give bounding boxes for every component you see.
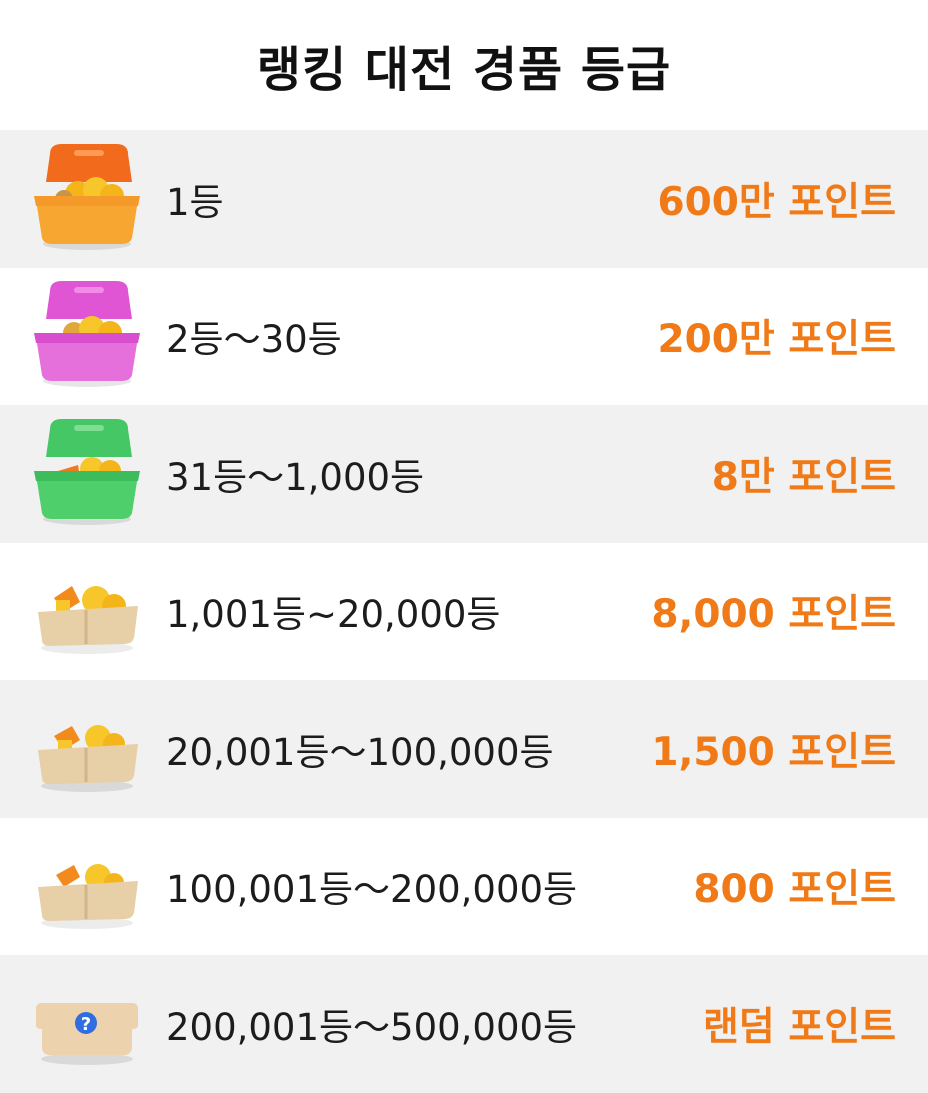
tier-row-7: ? 200,001등～500,000등 랜덤 포인트 xyxy=(0,955,928,1093)
tier-reward-label: 8,000 포인트 xyxy=(651,592,896,638)
tier-row-6: 100,001등～200,000등 800 포인트 xyxy=(0,817,928,955)
tier-reward-label: 랜덤 포인트 xyxy=(703,1004,896,1050)
tier-reward-label: 800 포인트 xyxy=(693,867,896,913)
tier-rank-label: 20,001등～100,000등 xyxy=(166,730,554,774)
orange-lunchbox-coins-icon xyxy=(28,143,146,254)
tier-rank-label: 1,001등~20,000등 xyxy=(166,593,501,637)
tier-row-1: 1등 600만 포인트 xyxy=(0,130,928,268)
tier-reward-label: 1,500 포인트 xyxy=(651,729,896,775)
page-title: 랭킹 대전 경품 등급 xyxy=(256,42,672,98)
green-lunchbox-coins-icon xyxy=(28,418,146,529)
tier-rank-label: 1등 xyxy=(166,180,224,224)
pink-lunchbox-coins-icon xyxy=(28,281,146,391)
tier-reward-label: 600만 포인트 xyxy=(657,179,896,225)
tier-row-2: 2등～30등 200만 포인트 xyxy=(0,267,928,405)
tier-row-4: 1,001등~20,000등 8,000 포인트 xyxy=(0,542,928,680)
tier-row-5: 20,001등～100,000등 1,500 포인트 xyxy=(0,680,928,818)
tier-reward-label: 8만 포인트 xyxy=(711,454,896,500)
tray-coins-icon xyxy=(28,831,146,941)
tier-rank-label: 2등～30등 xyxy=(166,318,342,362)
prize-tier-list: 1등 600만 포인트 2등～30등 200만 포인트 31등～1,000등 8… xyxy=(0,130,928,1093)
svg-text:?: ? xyxy=(81,1014,91,1035)
mystery-box-icon: ? xyxy=(28,969,146,1079)
tray-coins-icon xyxy=(28,556,146,666)
tier-rank-label: 31등～1,000등 xyxy=(166,455,425,499)
tier-rank-label: 200,001등～500,000등 xyxy=(166,1005,578,1049)
tray-coins-icon xyxy=(28,694,146,804)
tier-row-3: 31등～1,000등 8만 포인트 xyxy=(0,405,928,543)
tier-rank-label: 100,001등～200,000등 xyxy=(166,868,578,912)
tier-reward-label: 200만 포인트 xyxy=(657,317,896,363)
